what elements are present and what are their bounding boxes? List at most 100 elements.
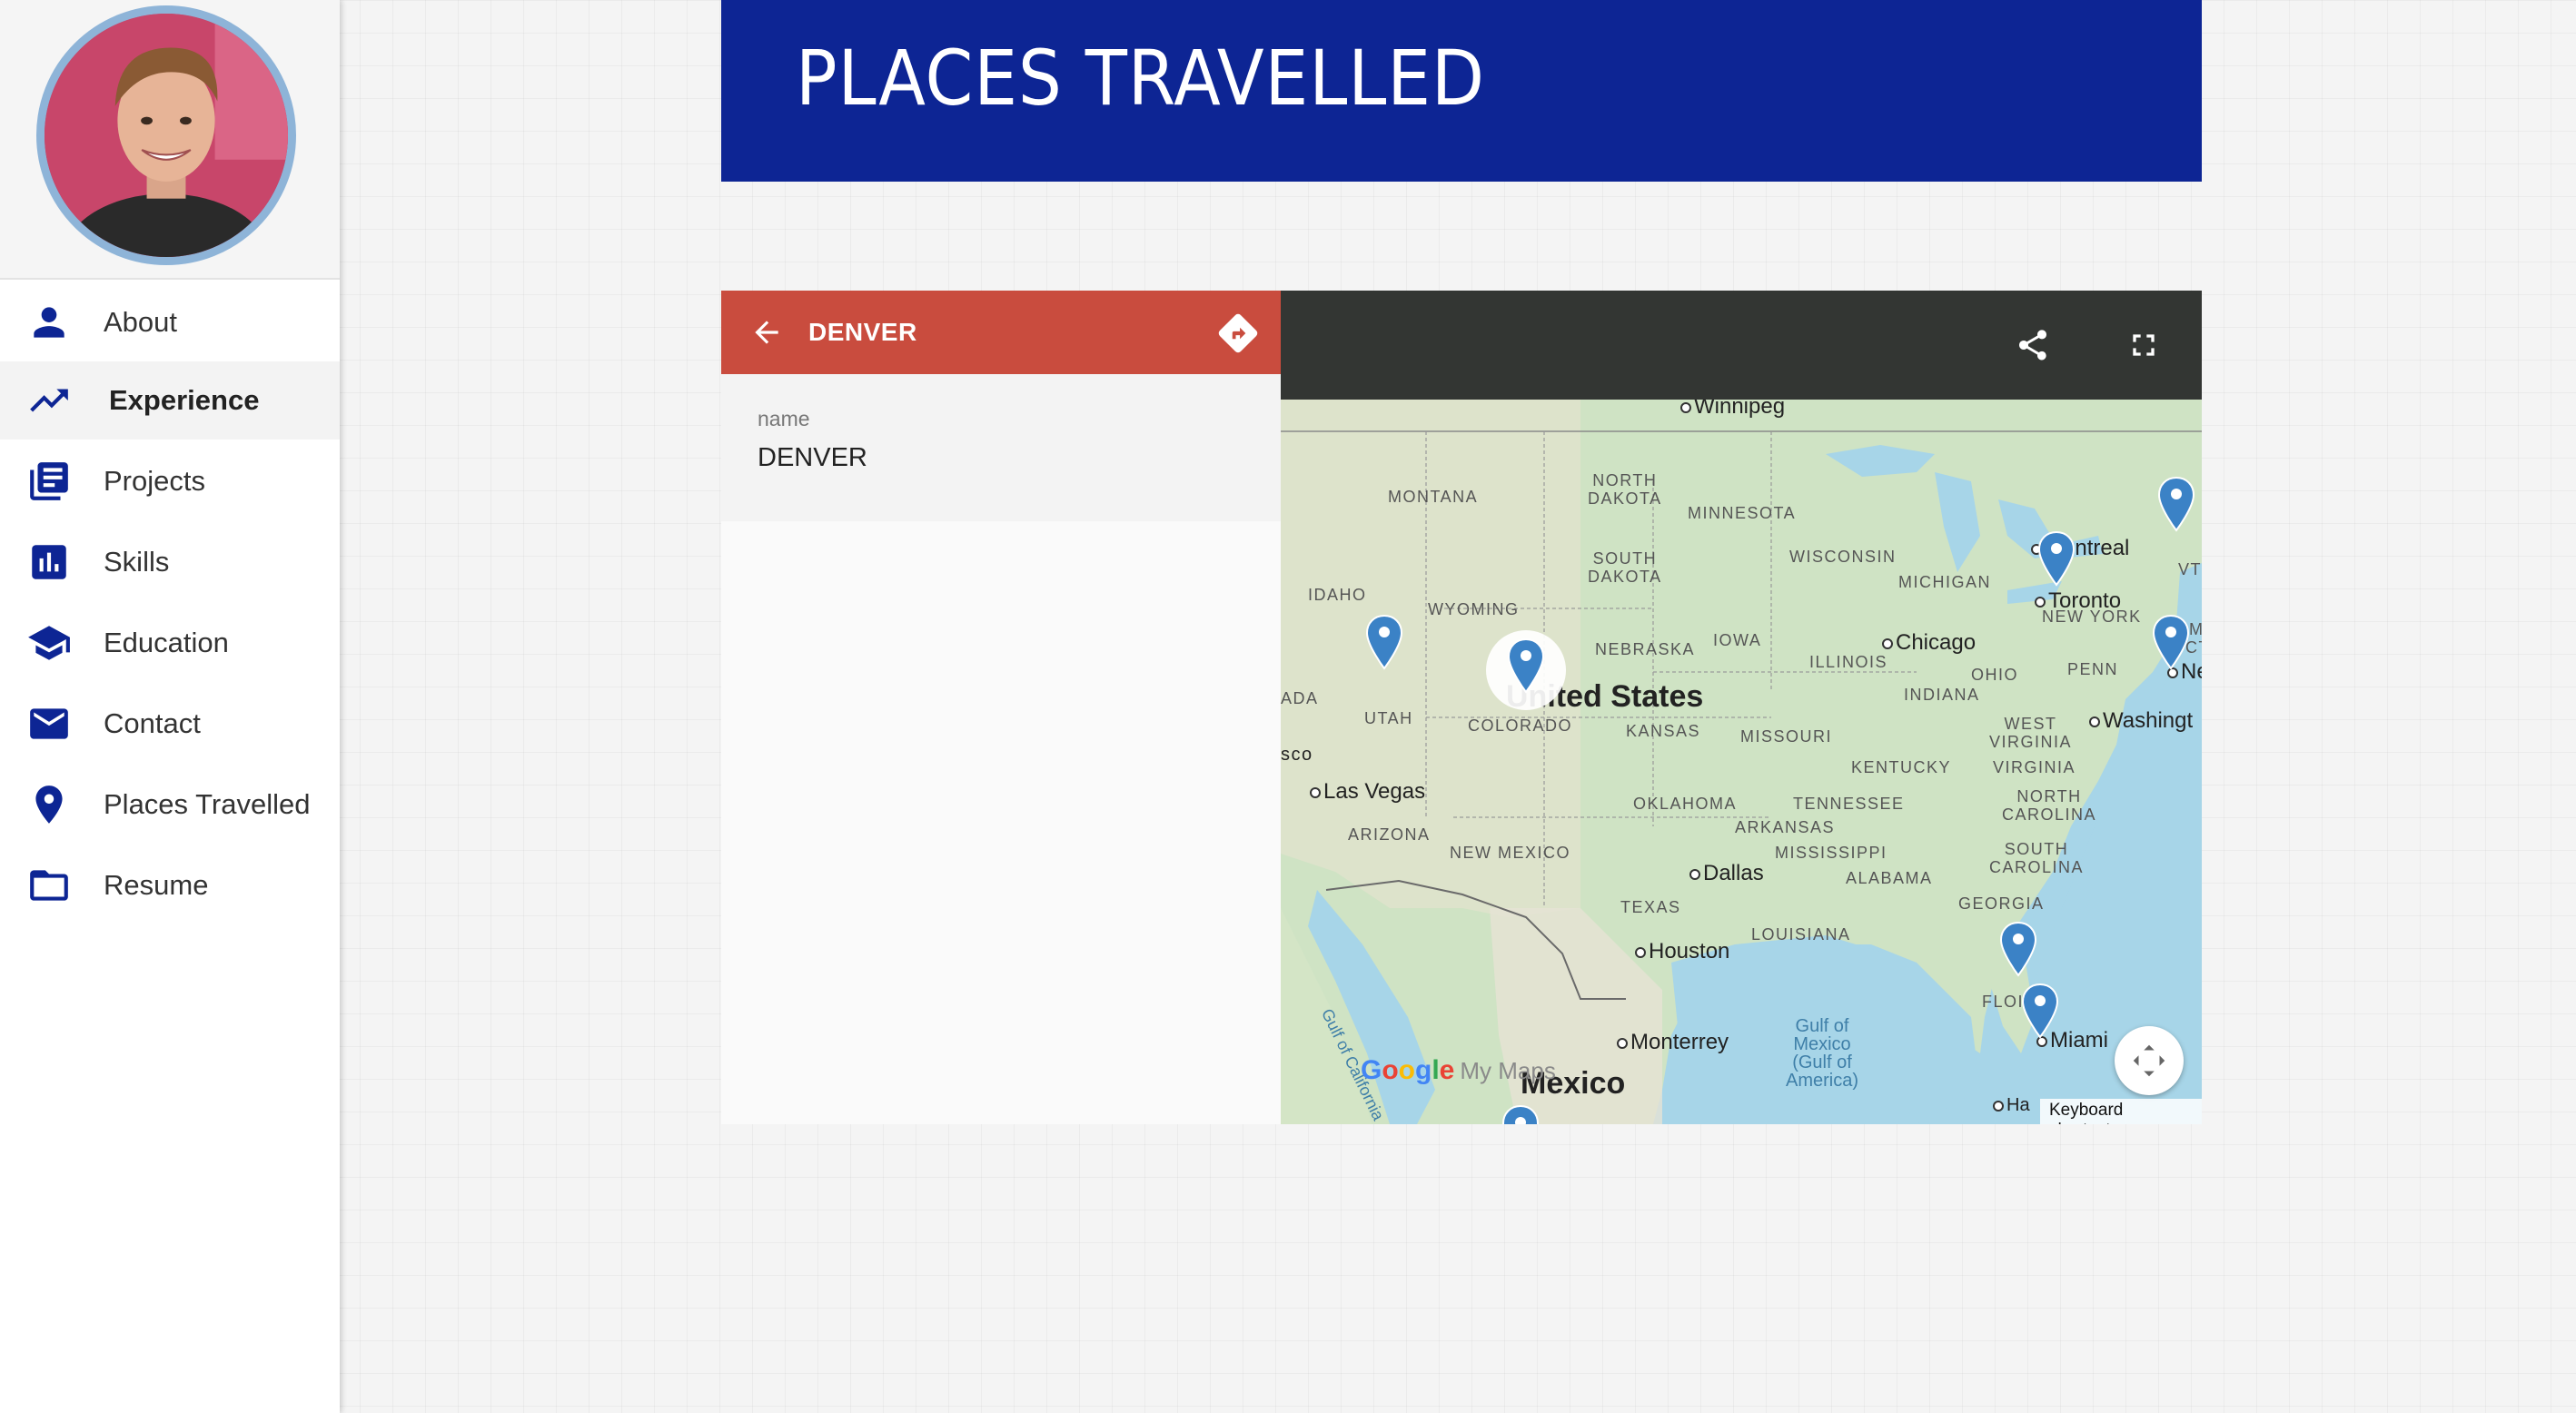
state-label-penn: PENN (2067, 660, 2119, 678)
fullscreen-icon (2133, 334, 2155, 356)
state-label-sf-partial: sco (1281, 745, 1313, 765)
state-label-idaho: IDAHO (1308, 586, 1367, 604)
state-label-missouri: MISSOURI (1740, 727, 1833, 746)
map-pin[interactable] (2156, 476, 2196, 532)
state-label-indiana: INDIANA (1904, 686, 1980, 704)
person-icon (25, 299, 73, 346)
map-pin[interactable] (2036, 530, 2076, 587)
back-button[interactable] (741, 307, 792, 358)
field-value-name: DENVER (758, 443, 867, 472)
state-label-louisiana: LOUISIANA (1751, 925, 1851, 944)
map-pin-icon (1507, 637, 1545, 694)
share-icon (2019, 330, 2046, 361)
city-label-dallas: Dallas (1689, 861, 1764, 886)
place-title: DENVER (808, 318, 917, 346)
recenter-arrows-icon (2133, 1044, 2165, 1077)
trending-up-icon (25, 377, 73, 424)
sidebar-item-label: Places Travelled (104, 788, 311, 820)
map-pin-icon (1501, 1104, 1540, 1124)
state-label-michigan: MICHIGAN (1898, 573, 1991, 591)
map-widget: DENVER name DENVER Winnipeg MONTANA NORT… (721, 291, 2202, 1124)
state-label-new-york: NEW YORK (2042, 608, 2142, 626)
sidebar-item-places-travelled[interactable]: Places Travelled (0, 766, 340, 844)
map-pin-icon (2152, 614, 2190, 670)
state-label-wisconsin: WISCONSIN (1789, 548, 1897, 566)
sidebar-item-about[interactable]: About (0, 283, 340, 361)
state-label-nebraska: NEBRASKA (1595, 640, 1696, 658)
fullscreen-button[interactable] (2120, 321, 2167, 369)
recenter-button[interactable] (2115, 1026, 2184, 1095)
city-label-chicago: Chicago (1882, 630, 1976, 656)
sidebar-item-education[interactable]: Education (0, 604, 340, 682)
city-label-washington: Washingt (2089, 708, 2193, 734)
map-pin[interactable] (1998, 921, 2038, 977)
sidebar-item-label: Education (104, 627, 229, 658)
map-pin-icon (2157, 476, 2195, 532)
info-panel-empty-area (721, 521, 1281, 1124)
state-label-north-carolina: NORTH CAROLINA (2002, 787, 2097, 824)
state-label-florida-partial: FLOI (1982, 993, 2025, 1011)
sidebar-item-label: Skills (104, 546, 170, 578)
map-pin-icon (2037, 530, 2076, 587)
city-label-winnipeg: Winnipeg (1680, 400, 1785, 420)
sidebar-item-contact[interactable]: Contact (0, 685, 340, 763)
map-pin[interactable] (1501, 1104, 1541, 1124)
field-label-name: name (758, 407, 810, 430)
state-label-ohio: OHIO (1971, 666, 2019, 684)
city-label-havana-partial: Ha (1993, 1095, 2030, 1116)
state-label-ma-partial: M (2189, 620, 2202, 638)
state-label-colorado: COLORADO (1468, 716, 1573, 735)
map-pin-selected-denver[interactable] (1506, 637, 1546, 694)
state-label-kentucky: KENTUCKY (1851, 758, 1952, 776)
state-label-mississippi: MISSISSIPPI (1775, 844, 1887, 862)
map-pin[interactable] (1364, 614, 1404, 670)
map-pin-icon (1365, 614, 1403, 670)
state-label-georgia: GEORGIA (1958, 894, 2045, 913)
state-label-west-virginia: WEST VIRGINIA (1989, 715, 2073, 751)
state-label-illinois: ILLINOIS (1809, 653, 1888, 671)
page-header: PLACES TRAVELLED (721, 0, 2202, 182)
state-label-nevada-partial: ADA (1281, 689, 1319, 707)
keyboard-shortcuts-link[interactable]: Keyboard shortcuts (2040, 1099, 2202, 1124)
sidebar-item-label: About (104, 306, 178, 338)
map-pin[interactable] (2020, 983, 2060, 1039)
city-label-las-vegas: Las Vegas (1310, 779, 1425, 805)
state-label-wyoming: WYOMING (1428, 600, 1520, 618)
sidebar: About Experience Projects Skills Educati… (0, 0, 340, 1413)
arrow-back-icon (755, 321, 778, 344)
state-label-virginia: VIRGINIA (1993, 758, 2076, 776)
state-label-kansas: KANSAS (1626, 722, 1701, 740)
directions-icon (1218, 313, 1258, 353)
profile-area (0, 0, 340, 280)
folder-icon (25, 862, 73, 909)
bar-chart-icon (25, 539, 73, 586)
sidebar-item-skills[interactable]: Skills (0, 523, 340, 601)
state-label-arizona: ARIZONA (1348, 825, 1431, 844)
library-books-icon (25, 458, 73, 505)
mail-icon (25, 700, 73, 747)
map-canvas[interactable]: Winnipeg MONTANA NORTH DAKOTA MINNESOTA … (1281, 400, 2202, 1124)
place-info-bar: DENVER (721, 291, 1281, 374)
state-label-arkansas: ARKANSAS (1735, 818, 1836, 836)
map-pin-icon (1999, 921, 2037, 977)
city-label-monterrey: Monterrey (1617, 1030, 1729, 1055)
state-label-vt-partial: VT (2178, 560, 2202, 578)
sidebar-item-label: Contact (104, 707, 201, 739)
state-label-south-dakota: SOUTH DAKOTA (1588, 549, 1662, 586)
mymaps-text: My Maps (1460, 1057, 1556, 1084)
state-label-alabama: ALABAMA (1846, 869, 1933, 887)
map-toolbar (1281, 291, 2202, 400)
sidebar-item-resume[interactable]: Resume (0, 846, 340, 924)
sidebar-item-projects[interactable]: Projects (0, 442, 340, 520)
google-my-maps-logo: Google My Maps (1361, 1055, 1556, 1085)
sidebar-item-experience[interactable]: Experience (0, 361, 340, 440)
directions-button[interactable] (1215, 311, 1261, 356)
state-label-iowa: IOWA (1713, 631, 1762, 649)
map-pin[interactable] (2151, 614, 2191, 670)
page-title: PLACES TRAVELLED (796, 34, 1486, 123)
state-label-tennessee: TENNESSEE (1793, 795, 1905, 813)
avatar (36, 5, 296, 265)
map-pin-icon (2021, 983, 2059, 1039)
avatar-photo (45, 14, 288, 257)
share-button[interactable] (2009, 321, 2056, 369)
